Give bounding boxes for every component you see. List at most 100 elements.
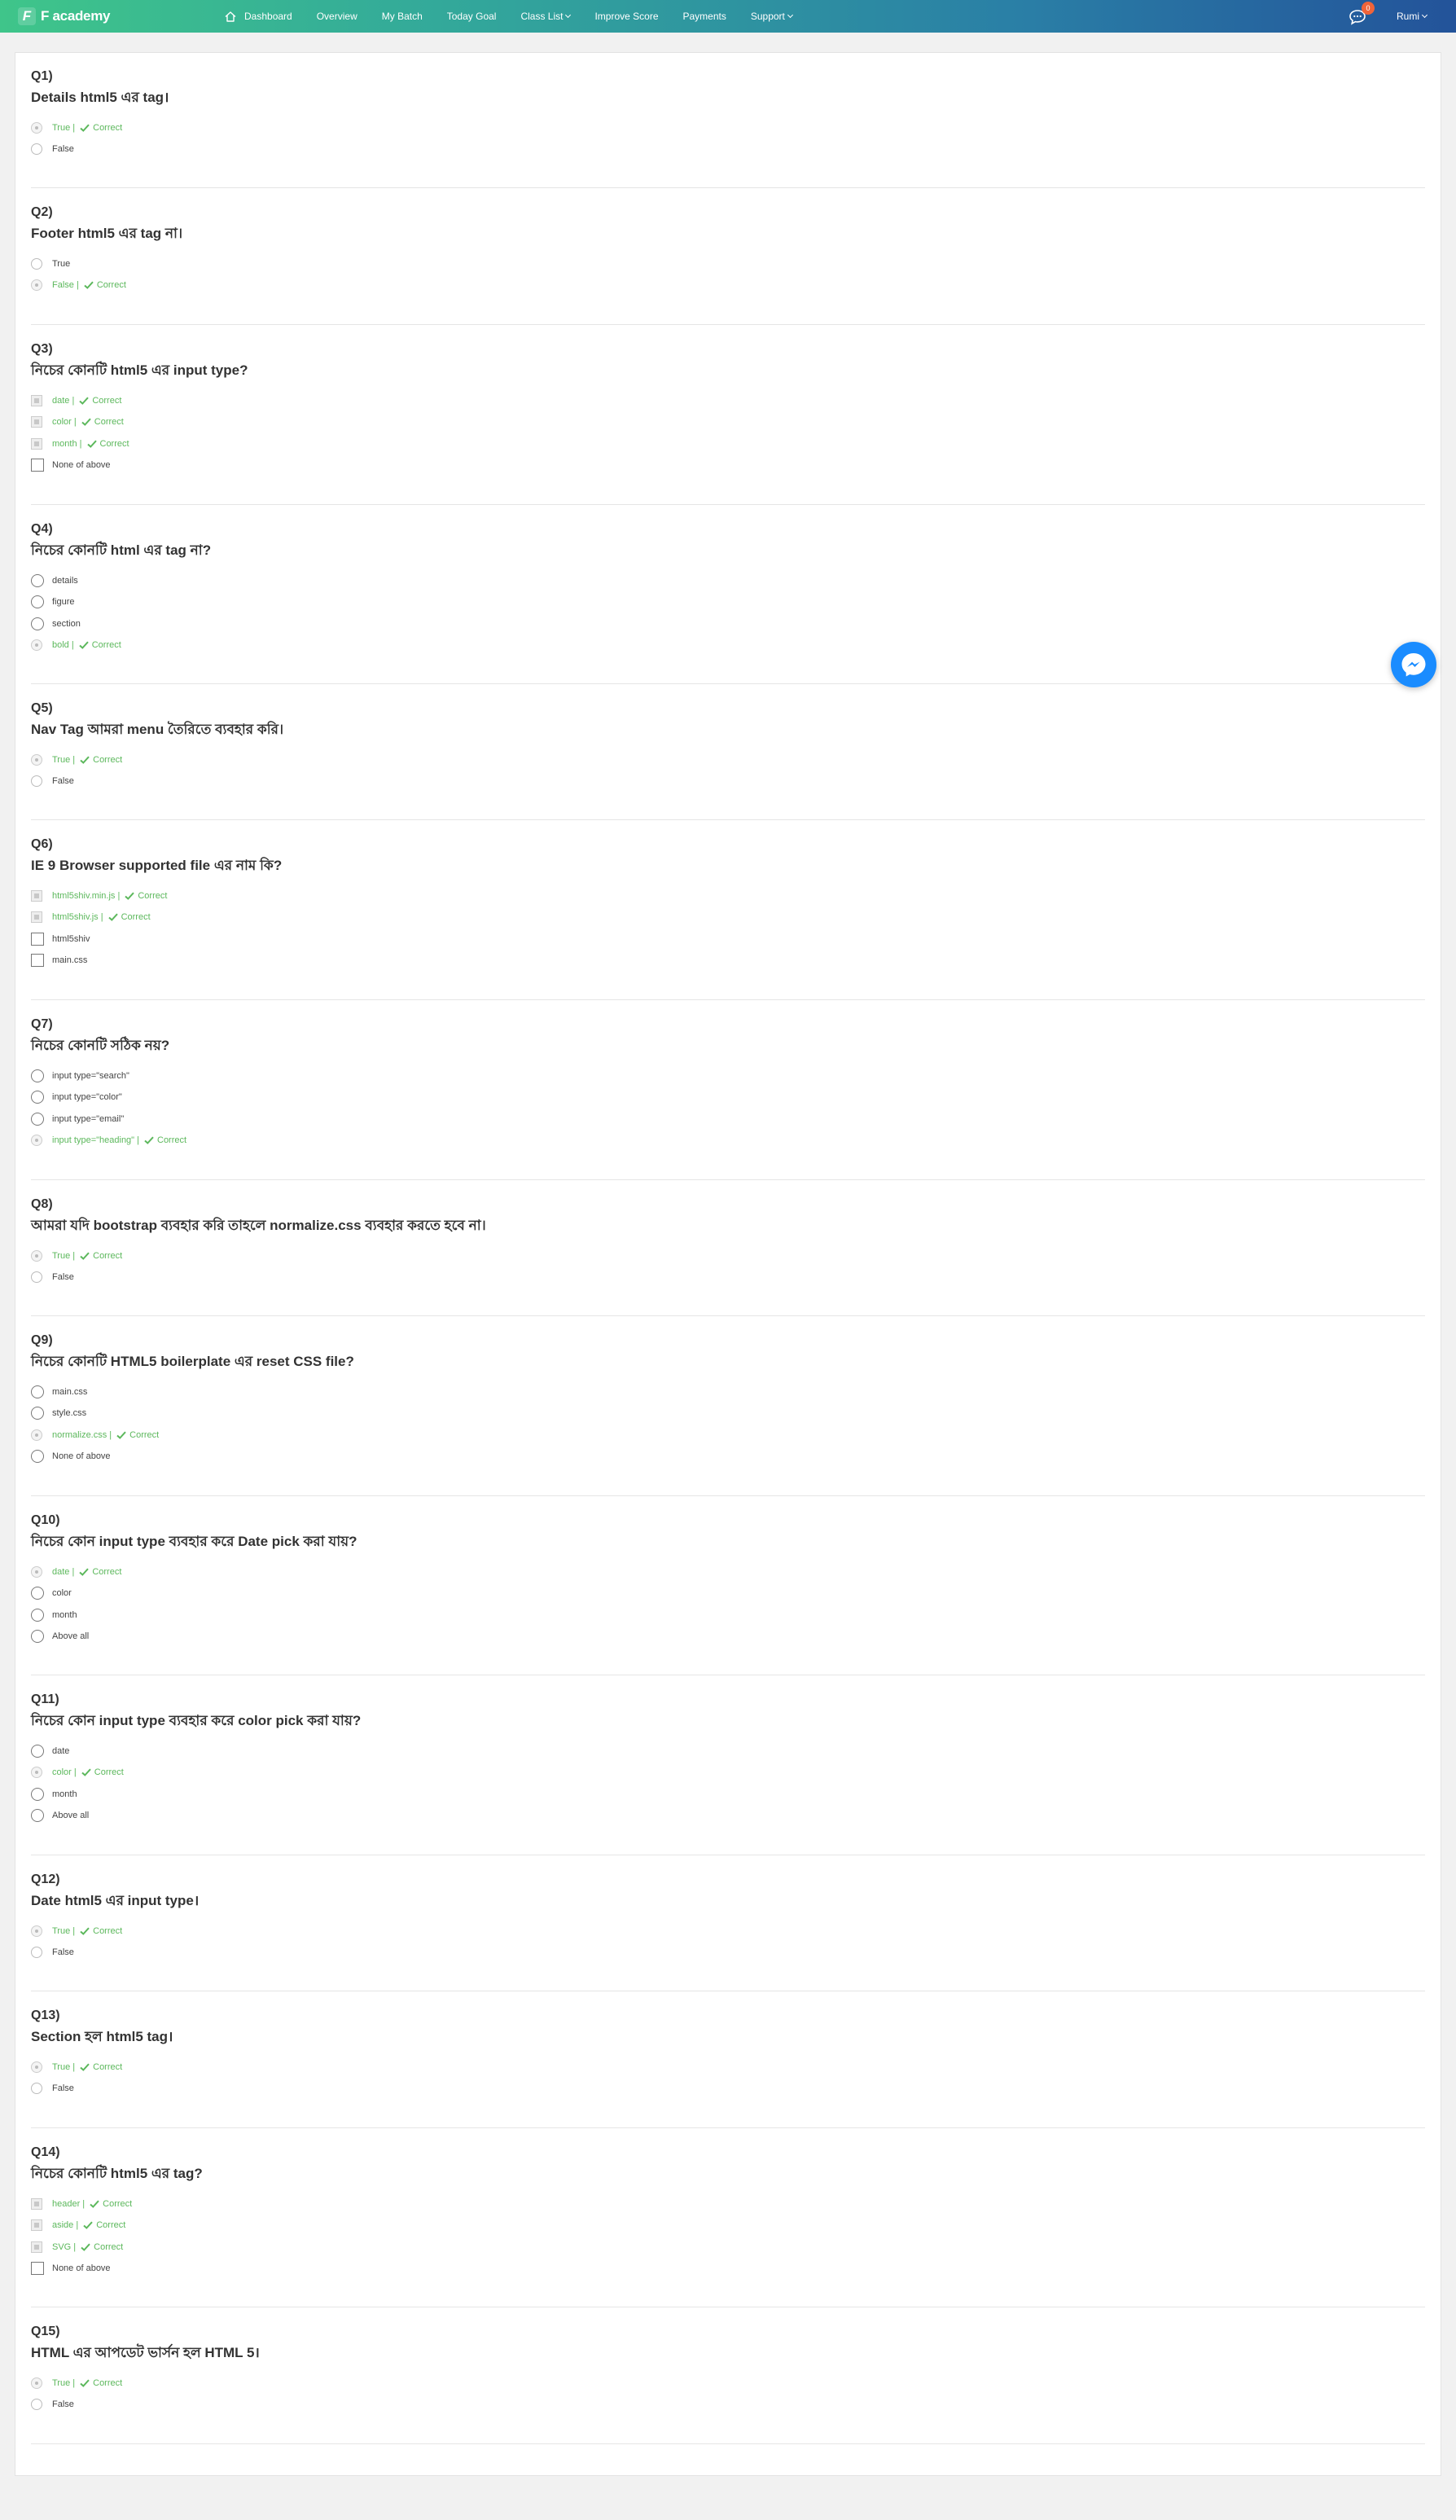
answer-option[interactable]: SVG | Correct (31, 2237, 1425, 2258)
checkbox[interactable] (31, 459, 44, 472)
nav-payments[interactable]: Payments (683, 11, 726, 22)
answer-option[interactable]: False (31, 2394, 1425, 2415)
checkbox[interactable] (31, 954, 44, 968)
answer-option[interactable]: month (31, 1605, 1425, 1626)
checkbox-checked[interactable] (31, 416, 42, 428)
answer-option[interactable]: None of above (31, 2258, 1425, 2279)
answer-option[interactable]: input type="color" (31, 1087, 1425, 1108)
radio-button[interactable] (31, 1608, 44, 1622)
answer-option[interactable]: None of above (31, 454, 1425, 476)
nav-dashboard[interactable]: Dashboard (225, 11, 292, 22)
answer-option[interactable]: header | Correct (31, 2193, 1425, 2215)
radio-button[interactable] (31, 1385, 44, 1399)
checkbox-checked[interactable] (31, 2241, 42, 2253)
answer-option[interactable]: details (31, 570, 1425, 591)
checkbox-checked[interactable] (31, 2198, 42, 2210)
radio-selected[interactable] (31, 2377, 42, 2390)
answer-option[interactable]: True | Correct (31, 1245, 1425, 1267)
answer-option[interactable]: Above all (31, 1626, 1425, 1647)
answer-option[interactable]: figure (31, 591, 1425, 612)
nav-class-list[interactable]: Class List (520, 11, 572, 22)
radio-button[interactable] (31, 1407, 44, 1420)
answer-option[interactable]: color | Correct (31, 1762, 1425, 1783)
nav-overview[interactable]: Overview (317, 11, 357, 22)
nav-improve-score[interactable]: Improve Score (594, 11, 658, 22)
answer-option[interactable]: True | Correct (31, 2373, 1425, 2394)
answer-option[interactable]: normalize.css | Correct (31, 1425, 1425, 1446)
checkbox-checked[interactable] (31, 890, 42, 902)
radio-button[interactable] (31, 775, 42, 788)
radio-button[interactable] (31, 1947, 42, 1959)
radio-selected[interactable] (31, 2061, 42, 2074)
answer-option[interactable]: input type="heading" | Correct (31, 1130, 1425, 1151)
radio-button[interactable] (31, 1787, 44, 1801)
radio-selected[interactable] (31, 1429, 42, 1441)
answer-option[interactable]: input type="search" (31, 1065, 1425, 1087)
answer-option[interactable]: date | Correct (31, 390, 1425, 411)
answer-option[interactable]: True (31, 253, 1425, 274)
answer-option[interactable]: main.css (31, 950, 1425, 971)
radio-button[interactable] (31, 1069, 44, 1083)
answer-option[interactable]: month | Correct (31, 433, 1425, 454)
checkbox[interactable] (31, 932, 44, 946)
checkbox-checked[interactable] (31, 911, 42, 924)
answer-option[interactable]: True | Correct (31, 1921, 1425, 1942)
answer-option[interactable]: False (31, 138, 1425, 160)
answer-option[interactable]: True | Correct (31, 117, 1425, 138)
checkbox-checked[interactable] (31, 437, 42, 450)
answer-option[interactable]: bold | Correct (31, 634, 1425, 656)
answer-option[interactable]: False (31, 2078, 1425, 2099)
radio-button[interactable] (31, 595, 44, 609)
radio-button[interactable] (31, 143, 42, 156)
radio-button[interactable] (31, 574, 44, 588)
checkbox-checked[interactable] (31, 2219, 42, 2232)
answer-option[interactable]: html5shiv.min.js | Correct (31, 885, 1425, 907)
answer-option[interactable]: color | Correct (31, 411, 1425, 432)
answer-option[interactable]: html5shiv.js | Correct (31, 907, 1425, 928)
radio-button[interactable] (31, 617, 44, 630)
answer-option[interactable]: month (31, 1784, 1425, 1805)
answer-option[interactable]: main.css (31, 1381, 1425, 1403)
answer-option[interactable]: None of above (31, 1446, 1425, 1467)
answer-option[interactable]: False | Correct (31, 274, 1425, 296)
radio-button[interactable] (31, 2083, 42, 2095)
radio-button[interactable] (31, 2399, 42, 2411)
answer-option[interactable]: section (31, 613, 1425, 634)
answer-option[interactable]: False (31, 770, 1425, 792)
radio-button[interactable] (31, 1630, 44, 1644)
radio-selected[interactable] (31, 639, 42, 652)
nav-today-goal[interactable]: Today Goal (447, 11, 497, 22)
answer-option[interactable]: date (31, 1741, 1425, 1762)
nav-support[interactable]: Support (751, 11, 793, 22)
radio-selected[interactable] (31, 279, 42, 292)
answer-option[interactable]: html5shiv (31, 929, 1425, 950)
radio-button[interactable] (31, 1271, 42, 1284)
answer-option[interactable]: Above all (31, 1805, 1425, 1826)
radio-button[interactable] (31, 1091, 44, 1104)
checkbox[interactable] (31, 2262, 44, 2276)
answer-option[interactable]: False (31, 1942, 1425, 1963)
messenger-button[interactable] (1391, 642, 1436, 687)
answer-option[interactable]: style.css (31, 1403, 1425, 1424)
answer-option[interactable]: date | Correct (31, 1561, 1425, 1583)
brand-logo[interactable]: F F academy (18, 7, 110, 25)
radio-selected[interactable] (31, 1135, 42, 1147)
answer-option[interactable]: True | Correct (31, 749, 1425, 770)
answer-option[interactable]: False (31, 1267, 1425, 1288)
radio-button[interactable] (31, 258, 42, 270)
radio-selected[interactable] (31, 1566, 42, 1578)
radio-button[interactable] (31, 1587, 44, 1600)
answer-option[interactable]: color (31, 1583, 1425, 1604)
radio-selected[interactable] (31, 1767, 42, 1779)
nav-my-batch[interactable]: My Batch (382, 11, 423, 22)
user-menu[interactable]: Rumi (1397, 0, 1428, 33)
radio-selected[interactable] (31, 754, 42, 766)
radio-selected[interactable] (31, 122, 42, 134)
radio-button[interactable] (31, 1809, 44, 1823)
checkbox-checked[interactable] (31, 395, 42, 407)
radio-button[interactable] (31, 1745, 44, 1758)
radio-selected[interactable] (31, 1925, 42, 1938)
radio-button[interactable] (31, 1112, 44, 1126)
answer-option[interactable]: True | Correct (31, 2057, 1425, 2078)
answer-option[interactable]: aside | Correct (31, 2215, 1425, 2236)
